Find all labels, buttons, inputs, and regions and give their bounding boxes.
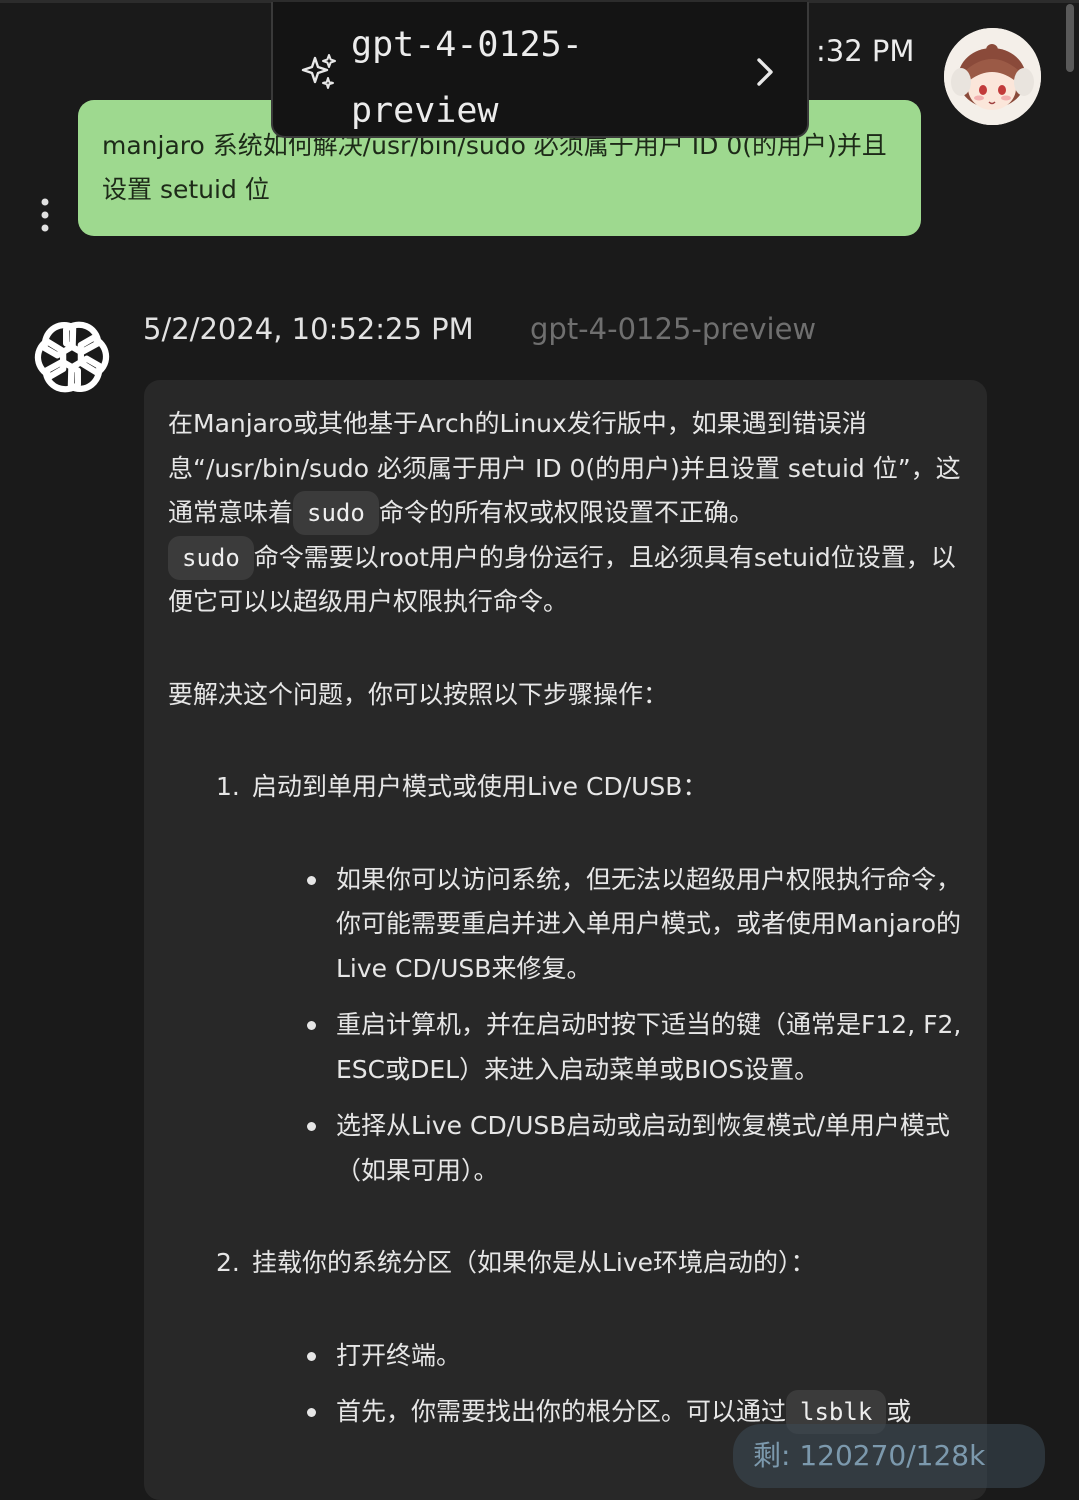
step-number: 2. xyxy=(216,1248,240,1277)
model-name: gpt-4-0125- preview xyxy=(351,25,583,131)
model-selector-popup[interactable]: gpt-4-0125- preview xyxy=(271,2,809,138)
avatar-image xyxy=(944,28,1041,125)
openai-logo-icon xyxy=(34,321,110,393)
bullet-dot xyxy=(307,1122,316,1131)
step-number: 1. xyxy=(216,772,240,801)
steps-intro: 要解决这个问题，你可以按照以下步骤操作： xyxy=(168,679,669,709)
bullet-text: 重启计算机，并在启动时按下适当的键（通常是F12, F2, ESC或DEL）来进… xyxy=(336,1010,962,1084)
more-options-icon[interactable] xyxy=(35,196,55,236)
bullet-dot xyxy=(307,1408,316,1417)
bullet-text: 如果你可以访问系统，但无法以超级用户权限执行命令，你可能需要重启并进入单用户模式… xyxy=(336,864,962,983)
bullet-dot xyxy=(307,1351,316,1361)
assistant-message-card[interactable]: 在Manjaro或其他基于Arch的Linux发行版中，如果遇到错误消息“/us… xyxy=(144,380,987,1500)
intro-text-2: 命令的所有权或权限设置不正确。 xyxy=(378,498,754,527)
bullet-text: 首先，你需要找出你的根分区。可以通过 xyxy=(336,1397,787,1426)
step-title: 启动到单用户模式或使用Live CD/USB： xyxy=(252,772,708,801)
sparkle-icon xyxy=(301,54,336,89)
bullet-dot xyxy=(307,875,316,885)
bullet-item: 打开终端。 xyxy=(168,1334,963,1379)
step-title: 挂载你的系统分区（如果你是从Live环境启动的）： xyxy=(252,1248,816,1277)
step-bullets: 如果你可以访问系统，但无法以超级用户权限执行命令，你可能需要重启并进入单用户模式… xyxy=(168,858,963,1194)
assistant-message-time: 5/2/2024, 10:52:25 PM xyxy=(143,312,474,346)
scrollbar[interactable] xyxy=(1066,4,1074,72)
assistant-model-label: gpt-4-0125-preview xyxy=(530,312,817,346)
bullet-text: 选择从Live CD/USB启动或启动到恢复模式/单用户模式（如果可用）。 xyxy=(336,1111,950,1185)
intro-text-3: 命令需要以root用户的身份运行，且必须具有setuid位设置，以便它可以以超级… xyxy=(168,542,956,617)
inline-code-sudo: sudo xyxy=(168,535,254,580)
step-bullets: 打开终端。 首先，你需要找出你的根分区。可以通过 lsblk 或 xyxy=(168,1334,963,1435)
chevron-right-icon[interactable] xyxy=(751,54,779,90)
inline-code-sudo: sudo xyxy=(293,491,379,535)
intro-paragraph: 在Manjaro或其他基于Arch的Linux发行版中，如果遇到错误消息“/us… xyxy=(168,402,963,625)
bullet-item: 重启计算机，并在启动时按下适当的键（通常是F12, F2, ESC或DEL）来进… xyxy=(168,1003,963,1092)
user-avatar[interactable] xyxy=(944,28,1041,125)
step-item: 2. 挂载你的系统分区（如果你是从Live环境启动的）： xyxy=(168,1241,963,1286)
user-message-time: :32 PM xyxy=(816,34,915,68)
bullet-dot xyxy=(307,1021,316,1030)
step-item: 1. 启动到单用户模式或使用Live CD/USB： xyxy=(168,765,963,810)
bullet-text: 打开终端。 xyxy=(336,1340,462,1370)
bullet-text: 或 xyxy=(886,1397,912,1426)
bullet-item: 选择从Live CD/USB启动或启动到恢复模式/单用户模式（如果可用）。 xyxy=(168,1104,963,1193)
bullet-item: 如果你可以访问系统，但无法以超级用户权限执行命令，你可能需要重启并进入单用户模式… xyxy=(168,858,963,992)
token-usage-badge: 剩: 120270/128k xyxy=(733,1424,1045,1488)
